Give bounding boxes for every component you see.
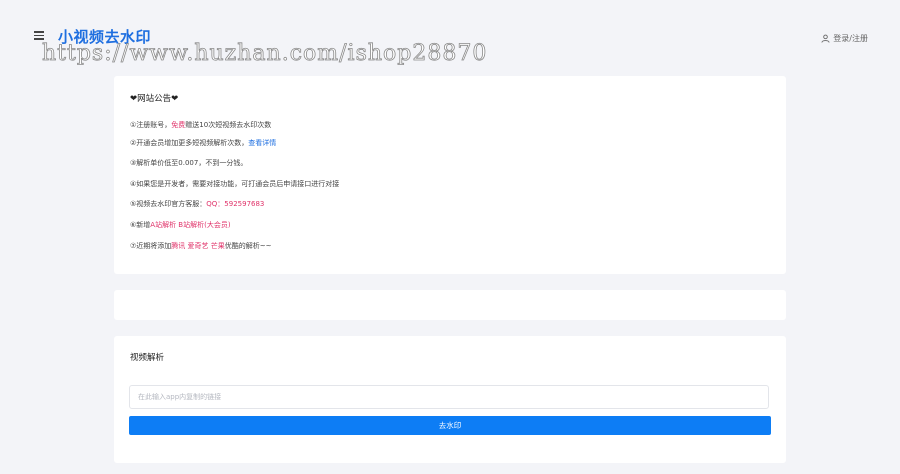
menu-icon[interactable]	[34, 31, 44, 40]
notice-text: 赠送10次短视频去水印次数	[185, 121, 272, 129]
parse-title: 视频解析	[130, 353, 165, 363]
empty-card	[114, 290, 786, 320]
notice-line-2: ②开通会员增加更多短视频解析次数，查看详情	[130, 138, 276, 148]
remove-watermark-button[interactable]: 去水印	[129, 416, 771, 435]
notice-text: ⑥新增	[130, 221, 151, 229]
notice-text: ⑤视频去水印官方客服：	[130, 200, 207, 208]
notice-line-3: ③解析单价低至0.007，不到一分钱。	[130, 159, 248, 167]
notice-title: ❤网站公告❤	[130, 94, 179, 104]
notice-text: ①注册账号，	[130, 121, 172, 129]
notice-text: ②开通会员增加更多短视频解析次数，	[130, 139, 249, 147]
notice-line-6: ⑥新增A站解析 B站解析(大会员)	[130, 220, 231, 230]
notice-highlight: 免费	[171, 121, 186, 129]
notice-card: ❤网站公告❤ ①注册账号，免费赠送10次短视频去水印次数 ②开通会员增加更多短视…	[114, 76, 786, 274]
login-label: 登录/注册	[833, 34, 868, 43]
notice-line-7: ⑦近期将添加腾讯 爱奇艺 芒果优酷的解析~~	[130, 241, 271, 251]
notice-text: 优酷的解析~~	[224, 242, 272, 250]
video-url-input[interactable]	[129, 385, 769, 409]
login-register-link[interactable]: 登录/注册	[821, 33, 868, 44]
notice-highlight: 腾讯 爱奇艺 芒果	[171, 242, 225, 250]
top-bar: 小视频去水印 https://www.huzhan.com/ishop28870…	[0, 0, 900, 66]
qq-contact: QQ：592597683	[206, 200, 265, 208]
parse-card: 视频解析 去水印	[114, 336, 786, 463]
notice-text: ⑦近期将添加	[130, 242, 172, 250]
notice-line-4: ④如果您是开发者，需要对接功能，可打通会员后申请接口进行对接	[130, 180, 340, 188]
user-icon	[821, 34, 830, 43]
watermark-text: https://www.huzhan.com/ishop28870	[42, 41, 488, 67]
notice-highlight: A站解析 B站解析(大会员)	[150, 221, 231, 229]
notice-line-5: ⑤视频去水印官方客服：QQ：592597683	[130, 199, 264, 209]
view-details-link[interactable]: 查看详情	[248, 139, 276, 147]
notice-line-1: ①注册账号，免费赠送10次短视频去水印次数	[130, 120, 271, 130]
